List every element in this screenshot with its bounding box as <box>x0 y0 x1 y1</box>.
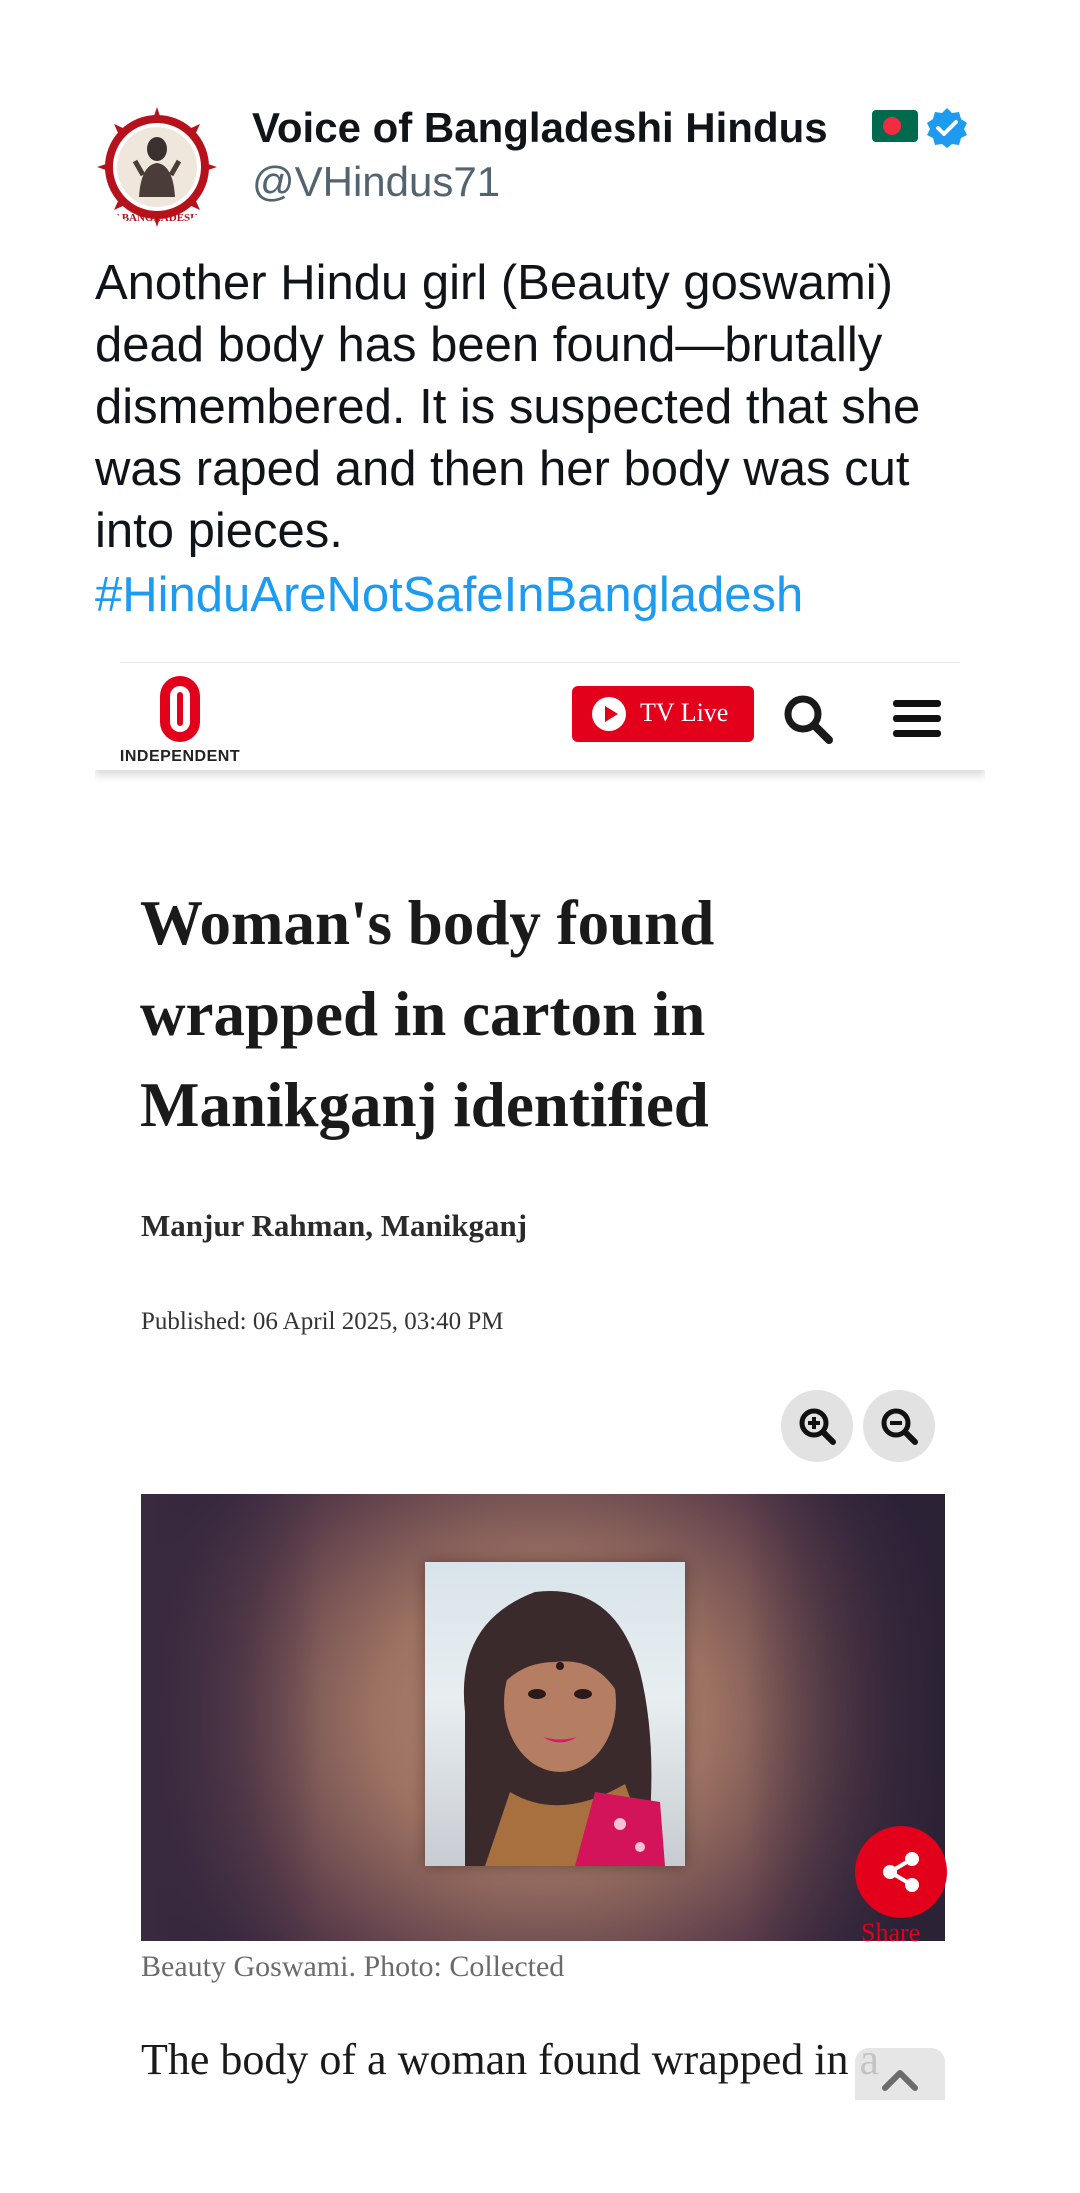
article-screenshot[interactable]: INDEPENDENT TV Live Woman's body found w… <box>95 660 985 2100</box>
headline-line: Woman's body found <box>140 888 715 958</box>
share-button[interactable] <box>855 1826 947 1918</box>
avatar-ring-text: VOICE OF BANGLADESHI HINDUS <box>95 212 219 224</box>
tweet-text-line: Another Hindu girl (Beauty goswami) <box>95 256 893 310</box>
tweet-text: Another Hindu girl (Beauty goswami) dead… <box>95 252 995 562</box>
share-icon <box>883 1852 919 1892</box>
tv-live-button[interactable]: TV Live <box>572 686 754 742</box>
zoom-in-icon <box>799 1408 836 1445</box>
image-vignette <box>141 1494 321 1941</box>
bangladesh-flag-icon <box>872 110 918 142</box>
divider <box>120 662 960 663</box>
zoom-out-button[interactable] <box>863 1390 935 1462</box>
menu-icon[interactable] <box>893 698 941 738</box>
chevron-up-icon <box>882 2070 918 2091</box>
byline: Manjur Rahman, Manikganj <box>141 1208 528 1243</box>
image-caption: Beauty Goswami. Photo: Collected <box>141 1950 565 1983</box>
tv-live-label: TV Live <box>640 698 729 727</box>
article-body-text: The body of a woman found wrapped in a <box>141 2035 880 2084</box>
headline-line: wrapped in carton in <box>140 979 706 1049</box>
published-date: Published: 06 April 2025, 03:40 PM <box>141 1308 504 1335</box>
tweet-text-line: dismembered. It is suspected that she <box>95 380 921 434</box>
verified-badge-icon <box>926 107 968 149</box>
tweet-text-line: was raped and then her body was cut <box>95 442 910 496</box>
article-lead-image[interactable] <box>141 1494 945 1941</box>
share-label[interactable]: Share <box>861 1918 920 1948</box>
site-logo-wordmark: INDEPENDENT <box>119 748 241 765</box>
independent-logo-icon <box>160 676 200 742</box>
headline-line: Manikganj identified <box>140 1070 709 1140</box>
hashtag-link[interactable]: #HinduAreNotSafeInBangladesh <box>95 564 803 626</box>
zoom-in-button[interactable] <box>781 1390 853 1462</box>
tweet-text-line: into pieces. <box>95 504 343 558</box>
handle[interactable]: @VHindus71 <box>252 158 500 206</box>
tweet-text-line: dead body has been found—brutally <box>95 318 883 372</box>
display-name[interactable]: Voice of Bangladeshi Hindus <box>252 104 828 152</box>
site-logo[interactable]: INDEPENDENT <box>115 672 245 768</box>
scroll-to-top-button[interactable] <box>855 2048 945 2100</box>
article-headline: Woman's body found wrapped in carton in … <box>140 878 860 1151</box>
site-header: INDEPENDENT TV Live <box>95 664 985 770</box>
avatar[interactable]: VOICE OF BANGLADESHI HINDUS <box>95 105 219 229</box>
portrait-photo <box>425 1562 685 1866</box>
search-icon[interactable] <box>781 692 835 746</box>
zoom-out-icon <box>881 1408 918 1445</box>
om-deity-emblem-icon: VOICE OF BANGLADESHI HINDUS <box>95 106 219 228</box>
play-icon <box>592 697 626 731</box>
